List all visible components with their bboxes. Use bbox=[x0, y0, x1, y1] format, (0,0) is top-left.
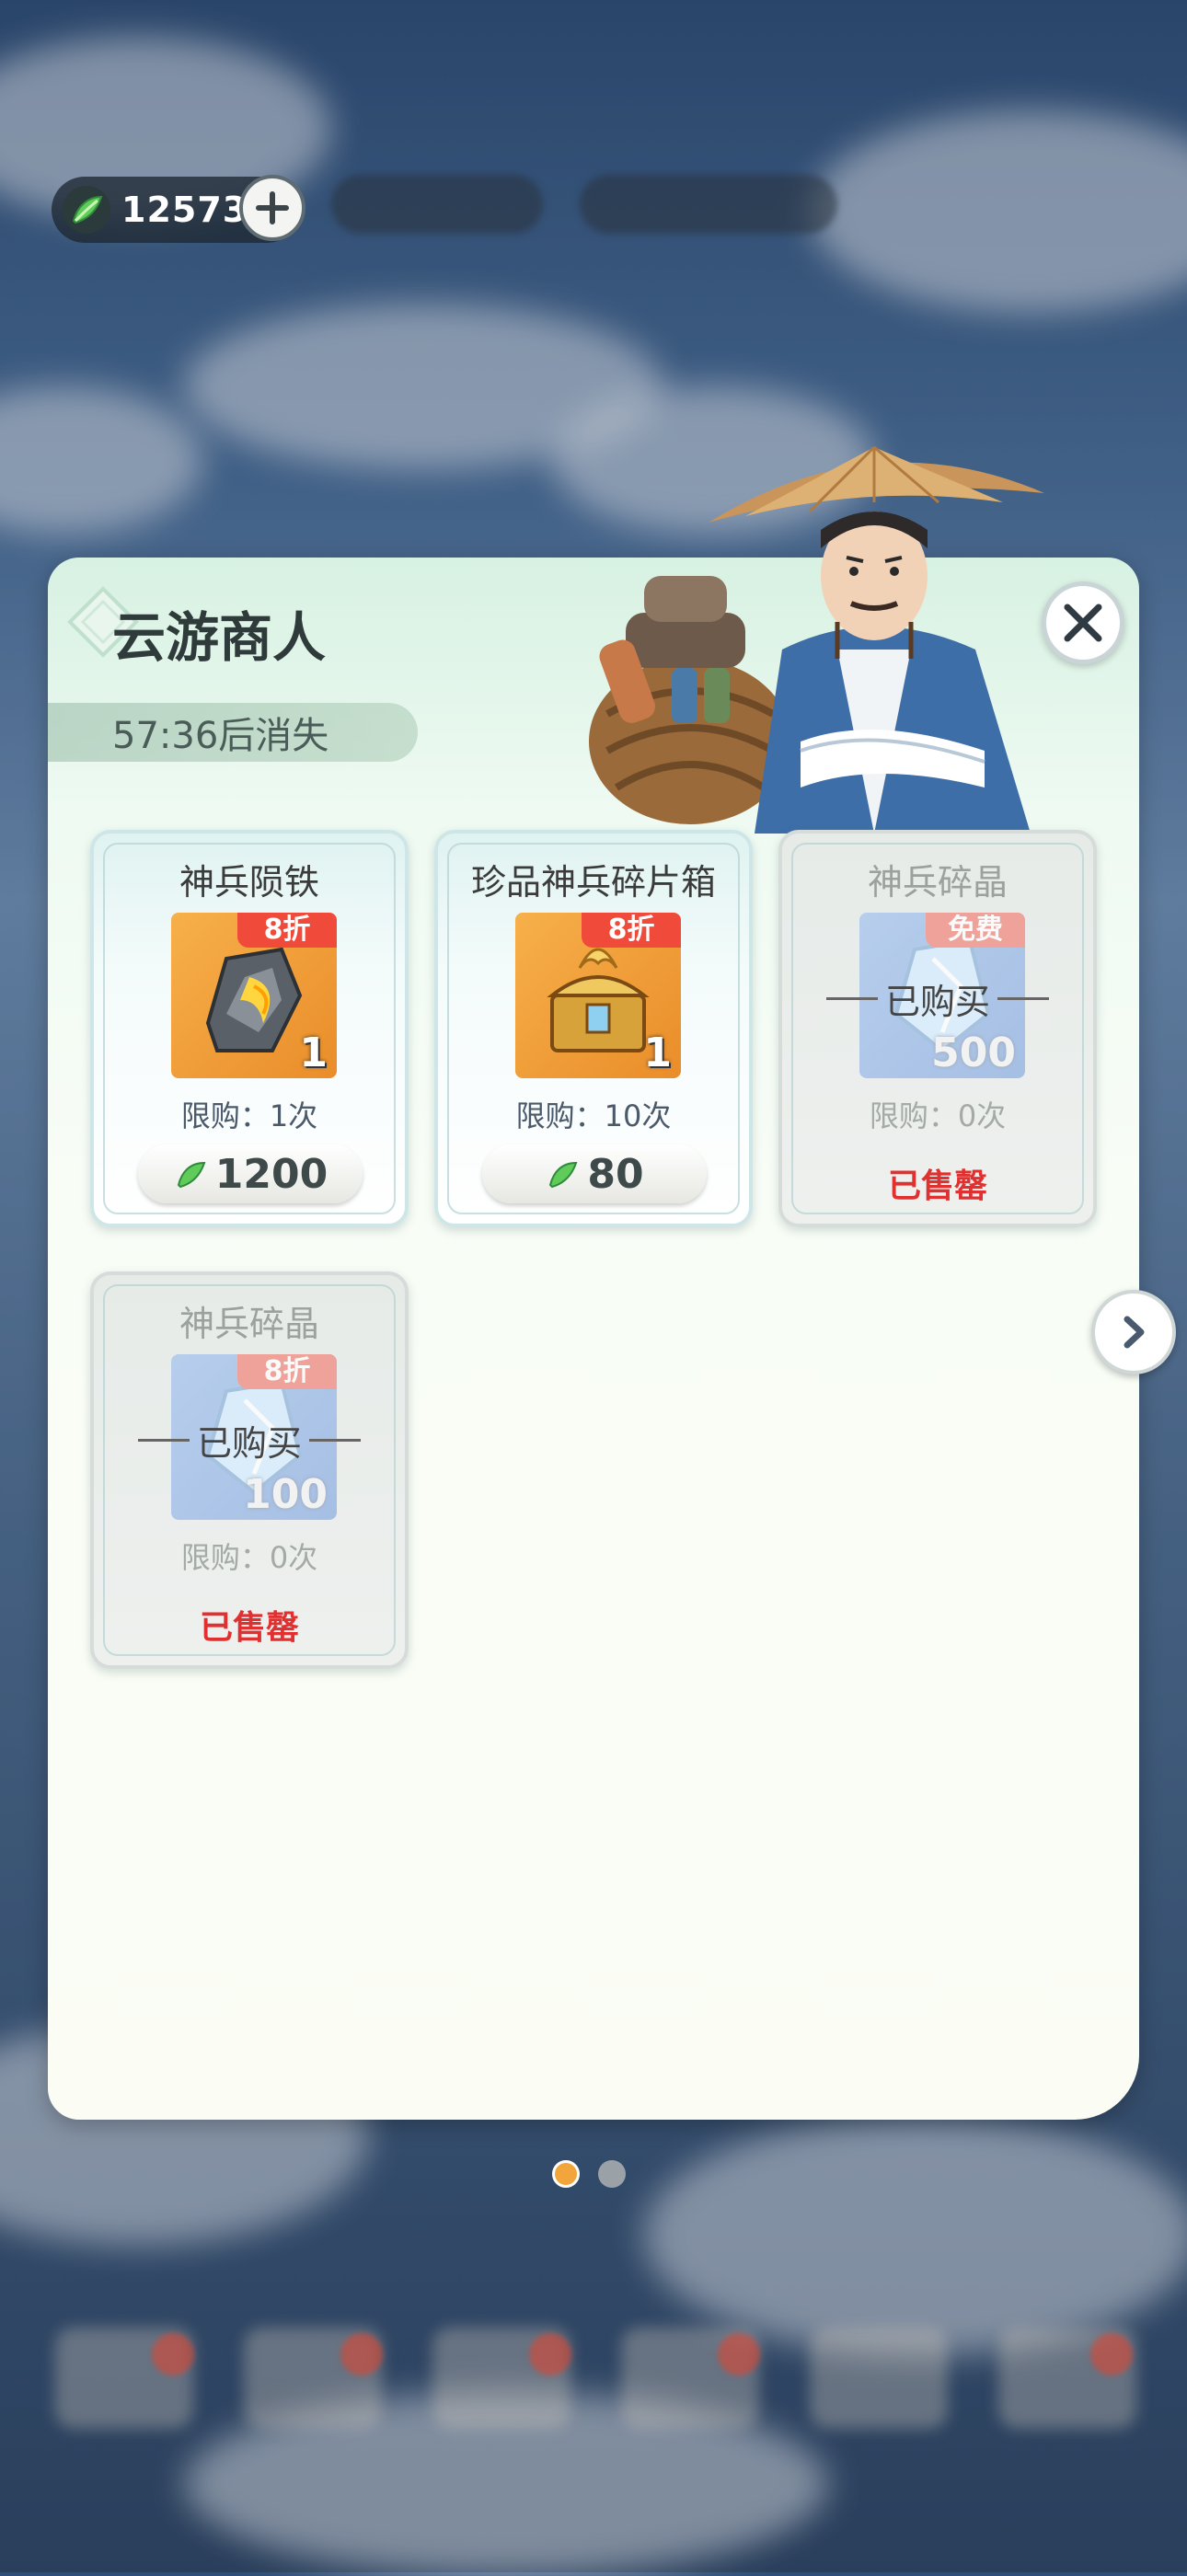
discount-badge: 8折 bbox=[582, 913, 681, 948]
close-icon bbox=[1064, 604, 1102, 642]
pagination-dots bbox=[552, 2160, 626, 2188]
bought-label: 已购买 bbox=[131, 1415, 368, 1466]
notification-dot bbox=[152, 2333, 194, 2375]
discount-badge: 8折 bbox=[237, 1354, 337, 1389]
plus-icon bbox=[256, 191, 289, 224]
timer-bar: 57:36后消失 bbox=[48, 703, 418, 762]
bought-label: 已购买 bbox=[819, 973, 1056, 1024]
shop-item-card[interactable]: 神兵碎晶 8折 100 已购买 限购：0次 已售罄 bbox=[90, 1271, 409, 1669]
soldout-label: 已售罄 bbox=[887, 1167, 987, 1205]
merchant-portrait bbox=[589, 445, 1044, 834]
item-name: 神兵碎晶 bbox=[179, 1304, 319, 1344]
blurred-resource-badge bbox=[331, 175, 543, 234]
free-badge: 免费 bbox=[926, 913, 1025, 948]
price-value: 80 bbox=[587, 1150, 644, 1198]
purchase-limit: 限购：0次 bbox=[180, 1540, 318, 1575]
item-quantity: 500 bbox=[931, 1029, 1016, 1076]
currency-bar: 12573 bbox=[52, 175, 305, 243]
price-value: 1200 bbox=[214, 1150, 328, 1198]
buy-button[interactable]: 80 bbox=[482, 1144, 707, 1203]
notification-dot bbox=[1090, 2333, 1133, 2375]
item-name: 神兵碎晶 bbox=[867, 862, 1008, 903]
buy-button[interactable]: 1200 bbox=[138, 1144, 363, 1203]
item-quantity: 100 bbox=[243, 1471, 328, 1518]
item-name: 神兵陨铁 bbox=[179, 862, 319, 903]
notification-dot bbox=[718, 2333, 760, 2375]
item-name: 珍品神兵碎片箱 bbox=[470, 862, 716, 903]
item-icon: 8折 1 bbox=[515, 913, 681, 1078]
notification-dot bbox=[340, 2333, 383, 2375]
shop-item-card[interactable]: 珍品神兵碎片箱 8折 1 限购：10次 80 bbox=[434, 830, 753, 1227]
shop-item-card[interactable]: 神兵陨铁 8折 1 限购：1次 1200 bbox=[90, 830, 409, 1227]
close-button[interactable] bbox=[1042, 581, 1124, 664]
purchase-limit: 限购：1次 bbox=[180, 1098, 318, 1133]
notification-dot bbox=[529, 2333, 571, 2375]
discount-badge: 8折 bbox=[237, 913, 337, 948]
panel-title: 云游商人 bbox=[112, 606, 327, 669]
timer-text: 57:36后消失 bbox=[112, 715, 329, 757]
next-page-button[interactable] bbox=[1091, 1290, 1176, 1374]
purchase-limit: 限购：0次 bbox=[869, 1098, 1007, 1133]
blurred-nav-item bbox=[810, 2328, 948, 2429]
add-currency-button[interactable] bbox=[239, 175, 305, 241]
currency-amount: 12573 bbox=[121, 190, 248, 230]
page-dot-2[interactable] bbox=[598, 2160, 626, 2188]
item-quantity: 1 bbox=[643, 1029, 672, 1076]
chevron-right-icon bbox=[1124, 1316, 1145, 1349]
item-quantity: 1 bbox=[299, 1029, 328, 1076]
page-dot-1[interactable] bbox=[552, 2160, 580, 2188]
soldout-label: 已售罄 bbox=[199, 1609, 299, 1647]
jade-leaf-icon bbox=[549, 1161, 578, 1189]
item-icon: 8折 1 bbox=[171, 913, 337, 1078]
jade-leaf-icon bbox=[177, 1161, 206, 1189]
blurred-resource-badge bbox=[580, 175, 837, 234]
shop-item-card[interactable]: 神兵碎晶 免费 500 已购买 限购：0次 已售罄 bbox=[778, 830, 1097, 1227]
purchase-limit: 限购：10次 bbox=[515, 1098, 672, 1133]
jade-leaf-icon bbox=[63, 186, 110, 234]
